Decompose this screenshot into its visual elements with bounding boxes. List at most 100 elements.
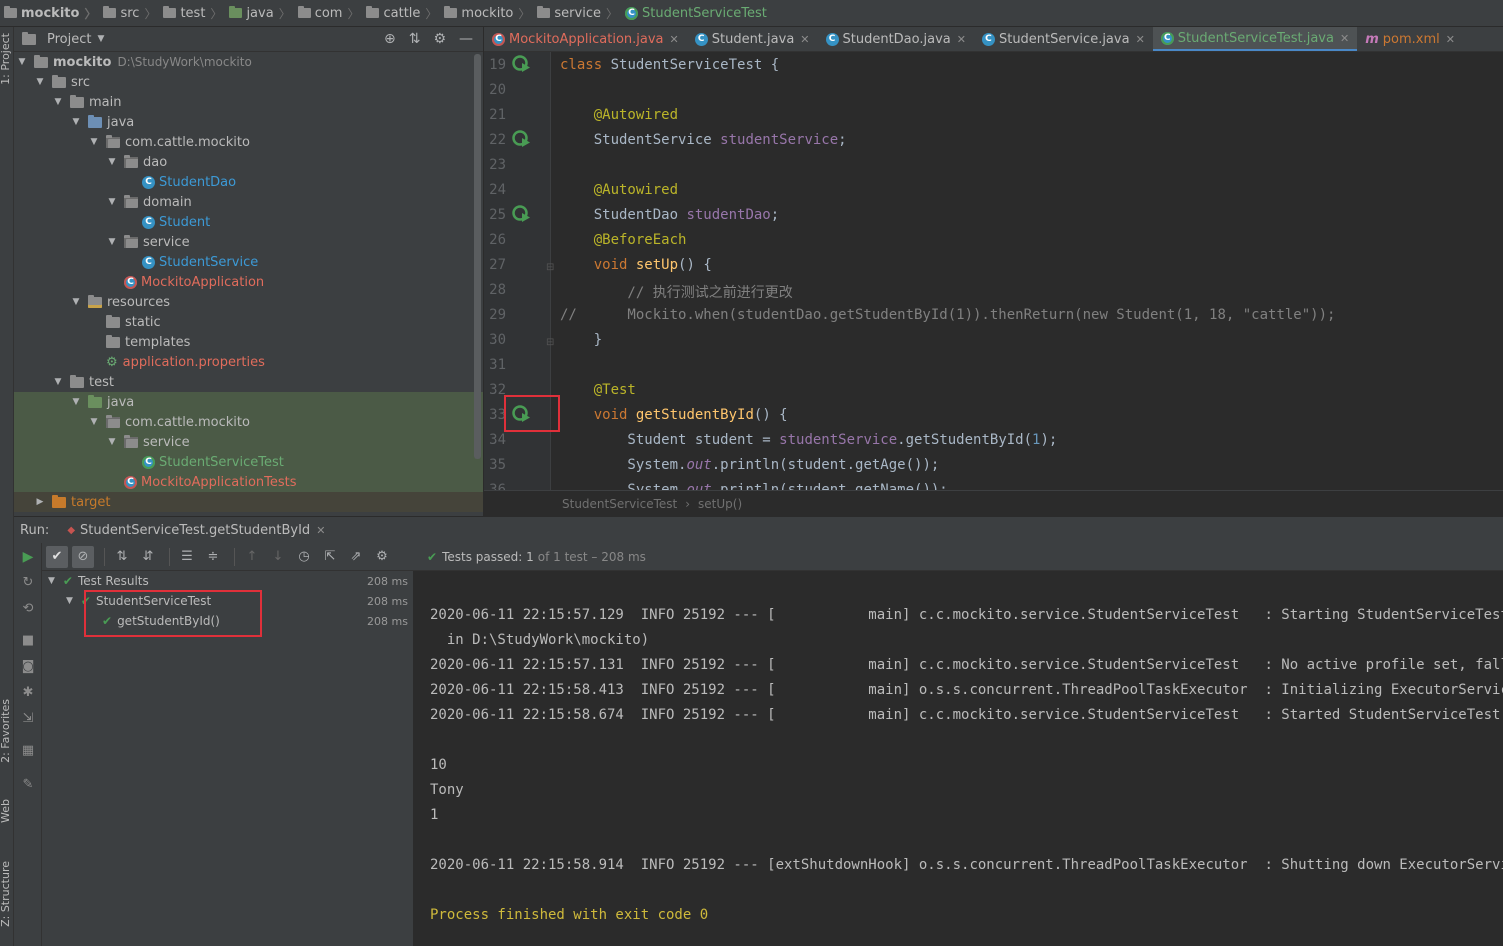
tree-item-static[interactable]: static	[14, 312, 483, 332]
project-tool-tab[interactable]: 1: Project	[0, 33, 12, 85]
expand-arrow-icon[interactable]: ▼	[88, 137, 100, 147]
collapse-arrow-icon[interactable]: ▶	[34, 497, 46, 507]
tree-item-test-java[interactable]: ▼ java	[14, 392, 483, 412]
tab-studentservicetest[interactable]: C StudentServiceTest.java ✕	[1152, 27, 1358, 51]
tree-item-main[interactable]: ▼ main	[14, 92, 483, 112]
tree-item-test-service[interactable]: ▼ service	[14, 432, 483, 452]
expand-arrow-icon[interactable]: ▼	[70, 397, 82, 407]
pin-icon[interactable]: ✎	[20, 777, 36, 793]
sort-by-duration-icon[interactable]: ⇵	[137, 546, 159, 568]
breadcrumb-src[interactable]: src 〉	[103, 5, 163, 22]
next-failed-icon[interactable]: ↓	[267, 546, 289, 568]
breadcrumb-cattle[interactable]: cattle 〉	[366, 5, 444, 22]
test-results-root[interactable]: ▼ ✔ Test Results 208 ms	[42, 571, 414, 591]
tab-mockitoapplication[interactable]: C MockitoApplication.java ✕	[484, 27, 687, 51]
editor-breadcrumb-class[interactable]: StudentServiceTest	[562, 497, 677, 511]
locate-file-icon[interactable]: ⊕	[384, 31, 396, 47]
tree-item-target[interactable]: ▶ target	[14, 492, 483, 512]
toggle-auto-test-icon[interactable]: ⟲	[20, 601, 36, 617]
tree-item-main-java[interactable]: ▼ java	[14, 112, 483, 132]
breadcrumb-java[interactable]: java 〉	[229, 5, 297, 22]
structure-tool-tab[interactable]: Z: Structure	[0, 861, 12, 927]
expand-arrow-icon[interactable]: ▼	[106, 437, 118, 447]
editor-breadcrumb-method[interactable]: setUp()	[698, 497, 742, 511]
tree-item-templates[interactable]: templates	[14, 332, 483, 352]
close-icon[interactable]: ✕	[1136, 33, 1145, 46]
import-tests-icon[interactable]: ⇱	[319, 546, 341, 568]
camera-icon[interactable]: ◙	[20, 659, 36, 675]
close-icon[interactable]: ✕	[957, 33, 966, 46]
breadcrumb-com[interactable]: com 〉	[297, 5, 367, 22]
collapse-all-icon[interactable]: ⇅	[409, 31, 421, 47]
tab-studentdao[interactable]: C StudentDao.java ✕	[818, 27, 974, 51]
show-ignored-toggle[interactable]: ⊘	[72, 545, 94, 568]
run-test-class-icon[interactable]	[512, 54, 532, 74]
favorites-tool-tab[interactable]: 2: Favorites	[0, 699, 12, 763]
previous-failed-icon[interactable]: ↑	[241, 546, 263, 568]
breadcrumb-service[interactable]: service 〉	[537, 5, 625, 22]
expand-arrow-icon[interactable]: ▼	[88, 417, 100, 427]
expand-arrow-icon[interactable]: ▼	[66, 596, 73, 606]
fold-marker-icon[interactable]: ⊟	[546, 262, 554, 273]
rerun-failed-icon[interactable]: ↻	[20, 575, 36, 591]
settings-icon[interactable]: ✱	[20, 685, 36, 701]
close-icon[interactable]: ✕	[1340, 32, 1349, 45]
show-passed-toggle[interactable]: ✔	[46, 545, 68, 568]
expand-arrow-icon[interactable]: ▼	[70, 117, 82, 127]
hide-panel-icon[interactable]: —	[459, 31, 473, 47]
breadcrumb-mockito[interactable]: mockito 〉	[444, 5, 537, 22]
rerun-icon[interactable]: ▶	[20, 549, 36, 565]
tab-pom[interactable]: m pom.xml ✕	[1357, 27, 1463, 51]
layout-icon[interactable]: ▦	[20, 743, 36, 759]
breadcrumb-project[interactable]: mockito 〉	[4, 5, 103, 22]
navigate-bean-icon[interactable]	[512, 129, 532, 149]
tree-item-studentdao[interactable]: C StudentDao	[14, 172, 483, 192]
close-icon[interactable]: ✕	[800, 33, 809, 46]
console-output[interactable]: 2020-06-11 22:15:57.129 INFO 25192 --- […	[414, 571, 1503, 946]
tree-item-resources[interactable]: ▼ resources	[14, 292, 483, 312]
gear-icon[interactable]: ⚙	[371, 546, 393, 568]
expand-arrow-icon[interactable]: ▼	[52, 377, 64, 387]
gear-icon[interactable]: ⚙	[433, 31, 446, 47]
sort-alphabetically-icon[interactable]: ⇅	[111, 546, 133, 568]
tree-item-application-properties[interactable]: ⚙ application.properties	[14, 352, 483, 372]
expand-arrow-icon[interactable]: ▼	[106, 237, 118, 247]
breadcrumb-test[interactable]: test 〉	[163, 5, 229, 22]
tree-item-src[interactable]: ▼ src	[14, 72, 483, 92]
fold-marker-icon[interactable]: ⊟	[546, 337, 554, 348]
expand-arrow-icon[interactable]: ▼	[34, 77, 46, 87]
close-icon[interactable]: ✕	[316, 524, 325, 537]
tab-student[interactable]: C Student.java ✕	[687, 27, 818, 51]
tree-item-student[interactable]: C Student	[14, 212, 483, 232]
close-icon[interactable]: ✕	[670, 33, 679, 46]
breadcrumb-file[interactable]: C StudentServiceTest	[625, 6, 767, 21]
tree-item-domain[interactable]: ▼ domain	[14, 192, 483, 212]
navigate-bean-icon[interactable]	[512, 204, 532, 224]
expand-arrow-icon[interactable]: ▼	[70, 297, 82, 307]
expand-all-icon[interactable]: ☰	[176, 546, 198, 568]
tree-item-mockitoapplicationtests[interactable]: C MockitoApplicationTests	[14, 472, 483, 492]
project-view-selector[interactable]: Project	[47, 32, 91, 47]
tree-item-studentservice[interactable]: C StudentService	[14, 252, 483, 272]
collapse-all-icon[interactable]: ≑	[202, 546, 224, 568]
history-icon[interactable]: ◷	[293, 546, 315, 568]
tab-studentservice[interactable]: C StudentService.java ✕	[974, 27, 1153, 51]
tree-item-test-package[interactable]: ▼ com.cattle.mockito	[14, 412, 483, 432]
expand-arrow-icon[interactable]: ▼	[48, 576, 55, 586]
export-tests-icon[interactable]: ⇗	[345, 546, 367, 568]
tree-item-service[interactable]: ▼ service	[14, 232, 483, 252]
chevron-down-icon[interactable]: ▼	[97, 34, 104, 44]
tree-item-test[interactable]: ▼ test	[14, 372, 483, 392]
tree-item-dao[interactable]: ▼ dao	[14, 152, 483, 172]
web-tool-tab[interactable]: Web	[0, 799, 12, 823]
tree-item-mockito[interactable]: ▼ mockito D:\StudyWork\mockito	[14, 52, 483, 72]
stop-icon[interactable]: ■	[20, 633, 36, 649]
run-config-tab[interactable]: ◆ StudentServiceTest.getStudentById ✕	[63, 517, 329, 544]
code-editor[interactable]: 19 20 21 22 23 24 25 26 27 28 29 30 31 3…	[484, 52, 1503, 490]
close-icon[interactable]: ✕	[1446, 33, 1455, 46]
expand-arrow-icon[interactable]: ▼	[16, 57, 28, 67]
expand-arrow-icon[interactable]: ▼	[52, 97, 64, 107]
export-icon[interactable]: ⇲	[20, 711, 36, 727]
tree-item-mockitoapplication[interactable]: C MockitoApplication	[14, 272, 483, 292]
expand-arrow-icon[interactable]: ▼	[106, 197, 118, 207]
